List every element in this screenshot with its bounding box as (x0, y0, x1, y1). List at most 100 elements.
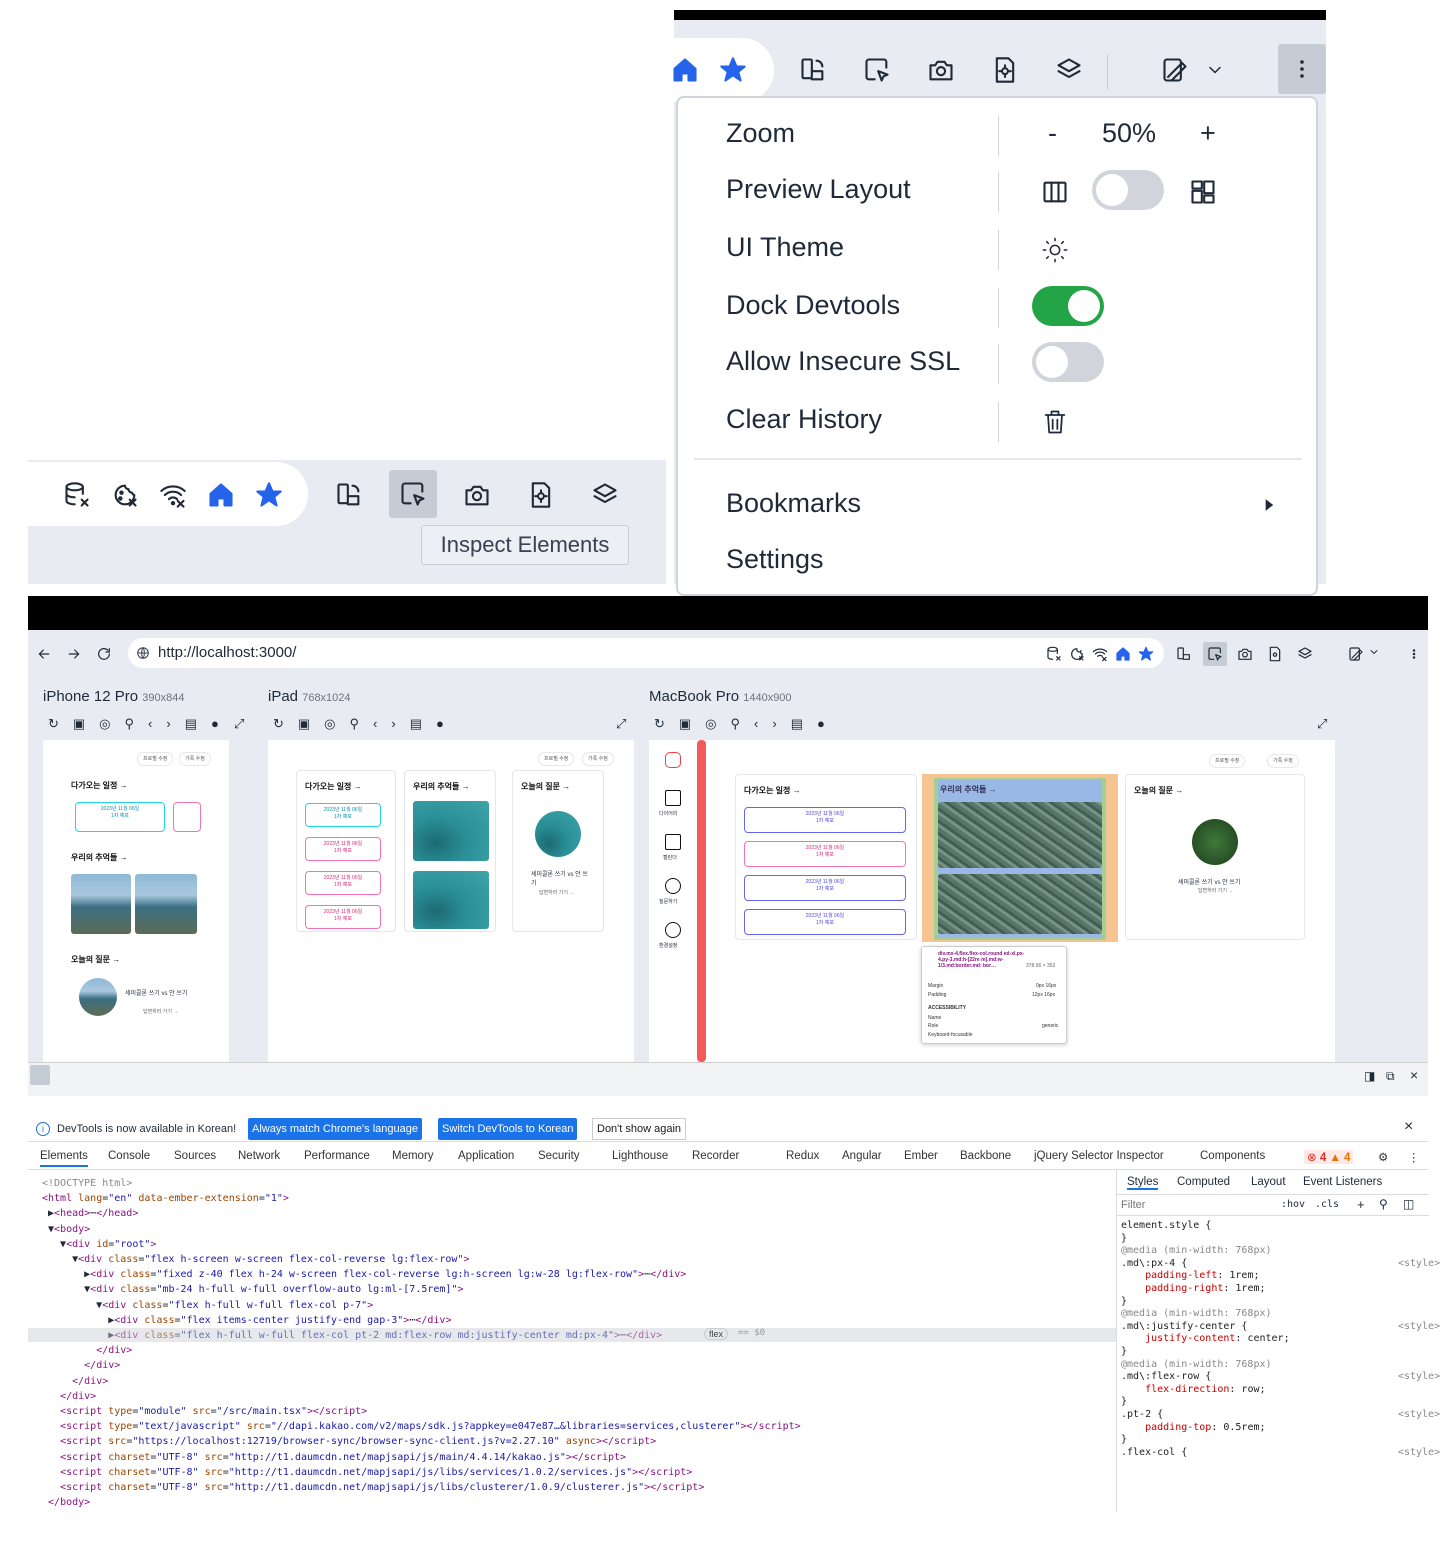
camera-icon[interactable] (1237, 646, 1253, 662)
star-icon[interactable] (1138, 646, 1154, 662)
zoom-out-button[interactable]: - (1048, 118, 1057, 149)
database-clear-icon[interactable] (1046, 646, 1062, 662)
inspect-elements-button[interactable] (389, 470, 437, 518)
memory-photo[interactable] (71, 874, 131, 934)
star-icon[interactable] (254, 480, 284, 510)
tab-recorder[interactable]: Recorder (692, 1150, 739, 1162)
cls-button[interactable]: .cls (1315, 1199, 1339, 1210)
inspect-toggle-button[interactable] (30, 1065, 50, 1085)
event-card[interactable]: 2023년 11월 06일 1차 예포 (305, 803, 381, 827)
tab-ember[interactable]: Ember (904, 1150, 938, 1162)
theme-page-icon[interactable] (990, 55, 1020, 85)
preview-layout-toggle[interactable] (1092, 170, 1164, 210)
layers-icon[interactable] (1297, 646, 1313, 662)
inspect-elements-button[interactable] (1203, 642, 1227, 666)
question-nav-icon[interactable] (665, 878, 681, 894)
bookmarks-menu-item[interactable]: Bookmarks (726, 488, 861, 519)
preview-mode-icon[interactable] (1348, 646, 1364, 662)
home-icon[interactable] (206, 480, 236, 510)
tab-memory[interactable]: Memory (392, 1150, 434, 1162)
memories-heading[interactable]: 우리의 추억들 → (940, 784, 997, 795)
wifi-clear-icon[interactable] (158, 480, 188, 510)
event-card[interactable] (173, 802, 201, 832)
question-heading[interactable]: 오늘의 질문 → (71, 954, 120, 965)
kebab-icon[interactable] (1408, 646, 1420, 662)
tab-network[interactable]: Network (238, 1150, 280, 1162)
event-card[interactable]: 2023년 11월 06일 1차 예포 (305, 871, 381, 895)
answer-link[interactable]: 답변하러 가기 → (143, 1008, 178, 1015)
device-toolbar-ipad[interactable]: ↻▣◎⚲‹›▤● (273, 716, 458, 732)
device-toolbar-macbook[interactable]: ↻▣◎⚲‹›▤● (654, 716, 839, 732)
rotate-device-icon[interactable] (1176, 646, 1192, 662)
undock-icon[interactable]: ⧉ (1386, 1069, 1395, 1084)
hov-button[interactable]: :hov (1281, 1199, 1305, 1210)
tab-lighthouse[interactable]: Lighthouse (612, 1150, 668, 1162)
error-count-badge[interactable]: ⊗ 4 ▲ 4 (1304, 1150, 1354, 1164)
wifi-clear-icon[interactable] (1092, 646, 1108, 662)
flex-badge[interactable]: flex (704, 1328, 729, 1340)
tab-console[interactable]: Console (108, 1150, 150, 1162)
edit-profile-button[interactable]: 프로필 수정 (1209, 754, 1246, 768)
address-bar[interactable]: http://localhost:3000/ (128, 638, 1164, 668)
edit-family-button[interactable]: 가족 수정 (179, 752, 211, 766)
layers-icon[interactable] (590, 480, 620, 510)
sidebar-resize-handle[interactable] (697, 740, 706, 1062)
edit-profile-button[interactable]: 프로필 수정 (137, 752, 174, 766)
forward-icon[interactable] (66, 646, 82, 662)
filter-input[interactable] (1121, 1197, 1261, 1213)
event-card[interactable]: 2023년 11월 06일 1차 예포 (744, 909, 906, 935)
preview-mode-icon[interactable] (1160, 55, 1190, 85)
zoom-in-button[interactable]: + (1200, 118, 1216, 149)
event-card[interactable]: 2023년 11월 06일 1차 예포 (305, 905, 381, 929)
fullscreen-icon[interactable]: ⤢ (616, 716, 626, 732)
cookie-clear-icon[interactable] (110, 480, 140, 510)
database-clear-icon[interactable] (62, 480, 92, 510)
css-rules[interactable]: element.style { } @media (min-width: 768… (1121, 1220, 1440, 1459)
back-icon[interactable] (36, 646, 52, 662)
answer-link[interactable]: 답변하러 가기 → (539, 889, 574, 896)
tab-security[interactable]: Security (538, 1150, 580, 1162)
memories-heading[interactable]: 우리의 추억들 → (413, 781, 470, 792)
allow-insecure-ssl-toggle[interactable] (1032, 342, 1104, 382)
settings-menu-item[interactable]: Settings (726, 544, 824, 575)
chevron-down-icon[interactable] (1368, 646, 1380, 658)
theme-page-icon[interactable] (526, 480, 556, 510)
edit-family-button[interactable]: 가족 수정 (582, 752, 614, 766)
question-heading[interactable]: 오늘의 질문 → (1134, 785, 1183, 796)
add-rule-icon[interactable]: + (1357, 1197, 1365, 1212)
memory-photo[interactable] (413, 871, 489, 929)
sidebar-toggle-icon[interactable]: ◫ (1403, 1197, 1414, 1211)
camera-icon[interactable] (462, 480, 492, 510)
rotate-device-icon[interactable] (334, 480, 364, 510)
toggle-element-state-icon[interactable]: ⚲ (1379, 1197, 1388, 1211)
dock-side-icon[interactable]: ◨ (1364, 1069, 1375, 1083)
event-card[interactable]: 2023년 11월 06일 1차 예포 (744, 875, 906, 901)
event-card[interactable]: 2023년 11월 06일 1차 예포 (75, 802, 165, 832)
switch-korean-button[interactable]: Switch DevTools to Korean (438, 1118, 578, 1140)
close-banner-icon[interactable]: × (1404, 1118, 1413, 1136)
close-icon[interactable]: × (1410, 1067, 1418, 1083)
tab-components[interactable]: Components (1200, 1150, 1265, 1162)
tab-performance[interactable]: Performance (304, 1150, 370, 1162)
tab-computed[interactable]: Computed (1177, 1176, 1230, 1188)
calendar-nav-icon[interactable] (665, 834, 681, 850)
tab-event-listeners[interactable]: Event Listeners (1303, 1176, 1382, 1188)
upcoming-heading[interactable]: 다가오는 일정 → (305, 781, 362, 792)
upcoming-heading[interactable]: 다가오는 일정 → (71, 780, 128, 791)
trash-icon[interactable] (1040, 407, 1070, 437)
settings-nav-icon[interactable] (665, 922, 681, 938)
tab-styles[interactable]: Styles (1127, 1176, 1159, 1190)
camera-icon[interactable] (926, 55, 956, 85)
home-nav-icon[interactable] (665, 752, 681, 768)
memory-photo[interactable] (135, 874, 197, 934)
event-card[interactable]: 2023년 11월 06일 1차 예포 (305, 837, 381, 861)
tab-sources[interactable]: Sources (174, 1150, 216, 1162)
question-heading[interactable]: 오늘의 질문 → (521, 781, 570, 792)
elements-tree[interactable]: <!DOCTYPE html> <html lang="en" data-emb… (42, 1176, 801, 1510)
kebab-icon[interactable]: ⋮ (1408, 1150, 1420, 1164)
tab-application[interactable]: Application (458, 1150, 514, 1162)
inspect-cursor-icon[interactable] (862, 55, 892, 85)
tab-layout[interactable]: Layout (1251, 1176, 1286, 1188)
home-icon[interactable] (670, 55, 700, 85)
answer-link[interactable]: 답변하러 가기 → (1198, 887, 1233, 894)
